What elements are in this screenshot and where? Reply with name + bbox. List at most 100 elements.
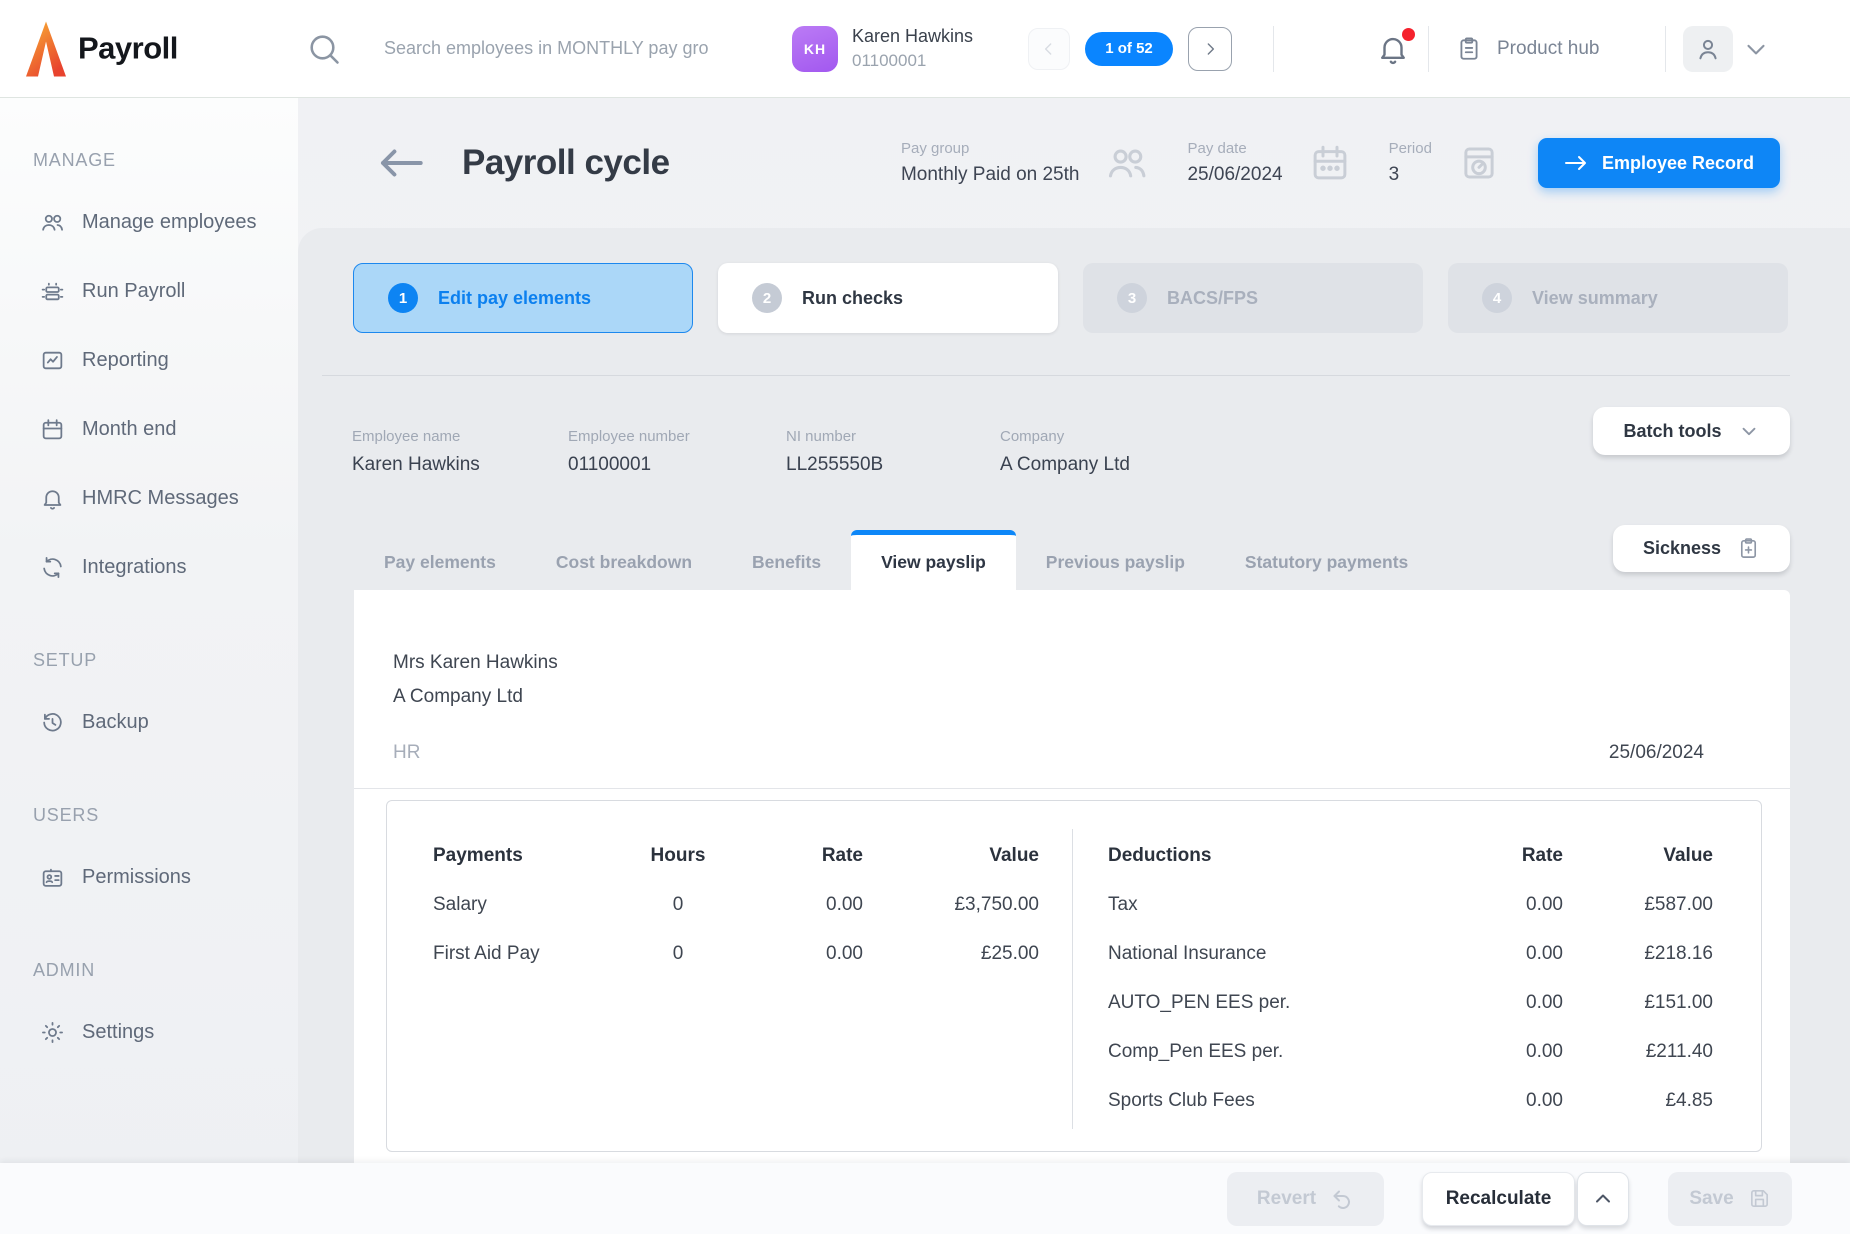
search-icon[interactable] [306, 31, 342, 67]
divider [1665, 26, 1666, 72]
avatar: KH [792, 26, 838, 72]
payslip-company: A Company Ltd [393, 686, 523, 708]
notifications-button[interactable] [1376, 32, 1410, 66]
save-button[interactable]: Save [1668, 1172, 1792, 1226]
payments-table: Payments Hours Rate Value Salary 0 0.00 … [387, 801, 1073, 1151]
table-row: Comp_Pen EES per. 0.00 £211.40 [1108, 1027, 1713, 1076]
previous-employee-button[interactable] [1028, 28, 1070, 70]
table-row: Tax 0.00 £587.00 [1108, 880, 1713, 929]
back-arrow-icon[interactable] [378, 146, 424, 180]
field-label: Company [1000, 428, 1130, 445]
sidebar-item-hmrc-messages[interactable]: HMRC Messages [0, 464, 298, 533]
sidebar: MANAGE Manage employees Run Payroll Repo… [0, 98, 298, 1234]
employee-record-label: Employee Record [1602, 153, 1754, 174]
next-employee-button[interactable] [1188, 27, 1232, 71]
sidebar-section-users: USERS [33, 805, 298, 826]
sidebar-item-reporting[interactable]: Reporting [0, 326, 298, 395]
field-value: LL255550B [786, 454, 1000, 476]
main-area: Payroll cycle Pay group Monthly Paid on … [298, 98, 1850, 1234]
tab-cost-breakdown[interactable]: Cost breakdown [526, 530, 722, 590]
step-label: Edit pay elements [438, 288, 591, 309]
table-row: AUTO_PEN EES per. 0.00 £151.00 [1108, 978, 1713, 1027]
sidebar-label: Backup [82, 711, 149, 734]
top-bar: Payroll KH Karen Hawkins 01100001 1 of 5… [0, 0, 1850, 98]
deductions-header-row: Deductions Rate Value [1108, 831, 1713, 880]
save-icon [1748, 1187, 1771, 1210]
meta-value: 3 [1389, 164, 1432, 186]
step-number: 3 [1117, 283, 1147, 313]
sidebar-label: Month end [82, 418, 177, 441]
field-label: NI number [786, 428, 1000, 445]
employee-number: 01100001 [852, 51, 973, 71]
step-view-summary: 4 View summary [1448, 263, 1788, 333]
meta-value: Monthly Paid on 25th [901, 164, 1080, 186]
undo-icon [1330, 1187, 1354, 1211]
sidebar-item-month-end[interactable]: Month end [0, 395, 298, 464]
sync-icon [40, 555, 65, 580]
calendar-icon [1309, 142, 1351, 184]
tab-benefits[interactable]: Benefits [722, 530, 851, 590]
sidebar-label: Settings [82, 1021, 154, 1044]
tab-previous-payslip[interactable]: Previous payslip [1016, 530, 1215, 590]
search-input[interactable] [384, 38, 784, 59]
search-area [306, 31, 784, 67]
app-title: Payroll [78, 31, 178, 67]
table-row: Salary 0 0.00 £3,750.00 [433, 880, 1039, 929]
payments-header-row: Payments Hours Rate Value [433, 831, 1039, 880]
meta-label: Period [1389, 140, 1432, 157]
sidebar-section-admin: ADMIN [33, 960, 298, 981]
account-button[interactable] [1683, 26, 1733, 72]
batch-tools-button[interactable]: Batch tools [1593, 407, 1790, 455]
tab-view-payslip[interactable]: View payslip [851, 530, 1016, 590]
notification-dot [1402, 28, 1415, 41]
recalculate-options-button[interactable] [1577, 1172, 1629, 1226]
field-label: Employee number [568, 428, 786, 445]
step-edit-pay-elements[interactable]: 1 Edit pay elements [353, 263, 693, 333]
field-value: Karen Hawkins [352, 454, 568, 476]
meta-label: Pay date [1187, 140, 1282, 157]
batch-tools-label: Batch tools [1623, 421, 1721, 442]
sidebar-item-run-payroll[interactable]: Run Payroll [0, 257, 298, 326]
sidebar-label: Permissions [82, 866, 191, 889]
employee-record-button[interactable]: Employee Record [1538, 138, 1780, 188]
payroll-logo-icon [26, 21, 66, 76]
sidebar-label: Manage employees [82, 211, 257, 234]
payslip-employee-name: Mrs Karen Hawkins [393, 652, 558, 674]
sidebar-label: Integrations [82, 556, 187, 579]
employee-info-row: Employee name Karen Hawkins Employee num… [352, 428, 1130, 476]
clipboard-plus-icon [1737, 537, 1760, 560]
payslip-tabs: Pay elements Cost breakdown Benefits Vie… [354, 530, 1438, 590]
batch-icon [40, 279, 65, 304]
tab-pay-elements[interactable]: Pay elements [354, 530, 526, 590]
current-employee[interactable]: KH Karen Hawkins 01100001 [792, 26, 973, 72]
payrun-meta: Pay group Monthly Paid on 25th Pay date … [901, 138, 1780, 188]
restore-icon [40, 710, 65, 735]
sickness-button[interactable]: Sickness [1613, 525, 1790, 572]
sidebar-item-integrations[interactable]: Integrations [0, 533, 298, 602]
table-row: Sports Club Fees 0.00 £4.85 [1108, 1076, 1713, 1125]
revert-button[interactable]: Revert [1227, 1172, 1384, 1226]
app-logo[interactable]: Payroll [26, 21, 178, 76]
chevron-right-icon [1200, 39, 1220, 59]
payroll-cycle-card: 1 Edit pay elements 2 Run checks 3 BACS/… [298, 228, 1850, 1234]
tab-statutory-payments[interactable]: Statutory payments [1215, 530, 1438, 590]
sidebar-label: Run Payroll [82, 280, 185, 303]
step-run-checks[interactable]: 2 Run checks [718, 263, 1058, 333]
chevron-down-icon [1738, 420, 1760, 442]
sidebar-item-settings[interactable]: Settings [0, 998, 298, 1067]
step-number: 4 [1482, 283, 1512, 313]
pay-group-meta: Pay group Monthly Paid on 25th [901, 140, 1188, 186]
chevron-up-icon [1591, 1187, 1615, 1211]
sidebar-item-backup[interactable]: Backup [0, 688, 298, 757]
recalculate-button[interactable]: Recalculate [1422, 1172, 1575, 1226]
meta-value: 25/06/2024 [1187, 164, 1282, 186]
recalculate-label: Recalculate [1446, 1188, 1552, 1210]
payslip-panel: Mrs Karen Hawkins A Company Ltd HR 25/06… [354, 590, 1790, 1234]
divider [354, 788, 1790, 789]
field-value: 01100001 [568, 454, 786, 476]
payslip-department: HR [393, 742, 420, 764]
sidebar-item-manage-employees[interactable]: Manage employees [0, 188, 298, 257]
sidebar-item-permissions[interactable]: Permissions [0, 843, 298, 912]
product-hub-button[interactable]: Product hub [1456, 36, 1599, 62]
account-menu-button[interactable] [1741, 34, 1771, 64]
